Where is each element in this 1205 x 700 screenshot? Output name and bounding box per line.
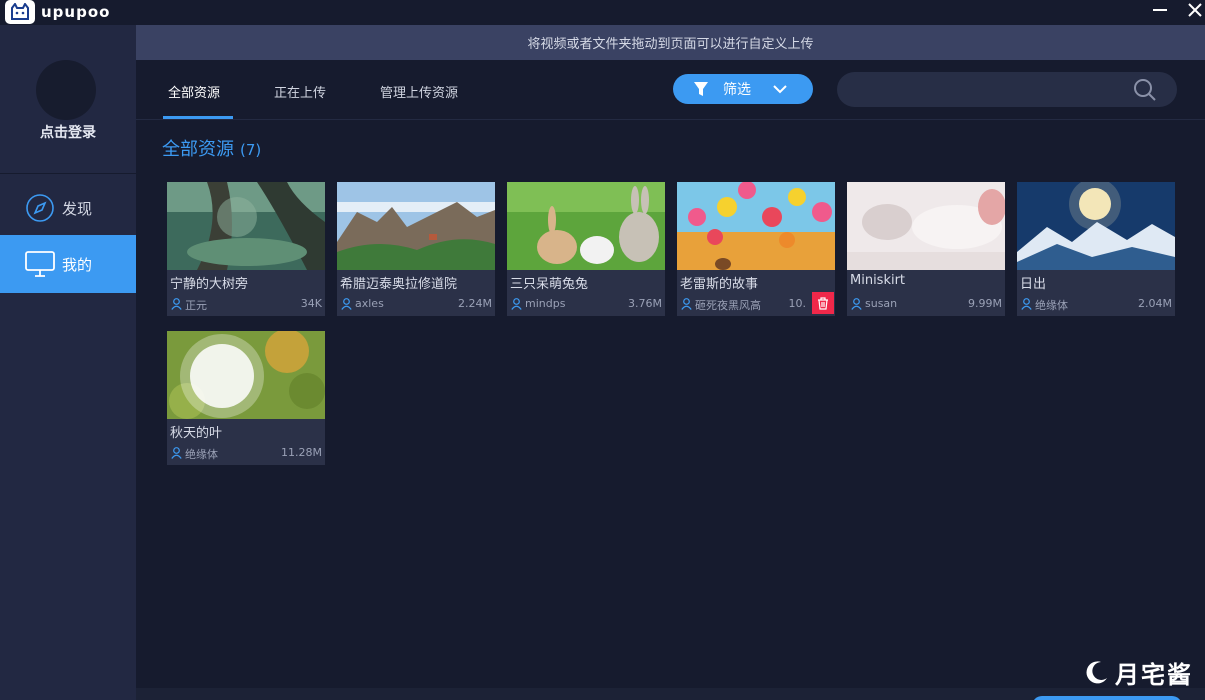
resource-meta: axles 2.24M: [340, 297, 492, 313]
resource-size: 10.: [788, 297, 807, 310]
sidebar-item-label: 我的: [62, 255, 93, 274]
resource-title: 日出: [1020, 277, 1047, 292]
resource-size: 3.76M: [628, 297, 662, 310]
filter-button[interactable]: 筛选: [673, 74, 813, 104]
search-input[interactable]: [851, 72, 1121, 107]
trash-icon: [818, 296, 828, 310]
resource-author: 绝缘体: [1035, 299, 1068, 312]
resource-card[interactable]: 秋天的叶 绝缘体 11.28M: [167, 331, 325, 465]
tab-uploading[interactable]: 正在上传: [274, 82, 326, 101]
app-window: upupoo 点击登录 发现 我的 将视频或者文件夹拖动到页面可以进行自定义上传…: [0, 0, 1205, 700]
resource-author: 砸死夜黑风高: [695, 299, 761, 312]
resource-size: 2.24M: [458, 297, 492, 310]
login-link[interactable]: 点击登录: [0, 122, 136, 142]
resource-thumbnail: [847, 182, 1005, 270]
resource-thumbnail: [677, 182, 835, 270]
resource-meta: susan 9.99M: [850, 297, 1002, 313]
resource-thumbnail: [167, 182, 325, 270]
upload-hint-banner[interactable]: 将视频或者文件夹拖动到页面可以进行自定义上传: [136, 25, 1205, 60]
close-icon: [1188, 3, 1202, 17]
sidebar: 点击登录 发现 我的: [0, 25, 136, 700]
user-icon: [681, 298, 692, 310]
logo-badge-icon: [5, 0, 35, 24]
search-icon[interactable]: [1133, 78, 1157, 102]
moon-icon: [1086, 661, 1107, 684]
section-title-text: 全部资源: [162, 139, 234, 160]
resource-card[interactable]: 日出 绝缘体 2.04M: [1017, 182, 1175, 316]
resource-card[interactable]: Miniskirt susan 9.99M: [847, 182, 1005, 316]
user-icon: [851, 298, 862, 310]
title-bar[interactable]: upupoo: [0, 0, 1205, 25]
filter-label: 筛选: [723, 82, 751, 98]
compass-icon: [24, 192, 56, 224]
resource-author: 正元: [185, 299, 207, 312]
resource-card[interactable]: 三只呆萌兔兔 mindps 3.76M: [507, 182, 665, 316]
tab-bar: 全部资源 正在上传 管理上传资源 筛选: [136, 60, 1205, 120]
resource-title: Miniskirt: [850, 273, 906, 288]
user-icon: [171, 447, 182, 459]
filter-icon: [694, 82, 708, 96]
resource-meta: 绝缘体 11.28M: [170, 446, 322, 462]
resource-meta: 砸死夜黑风高 10.: [680, 297, 832, 313]
app-name: upupoo: [41, 3, 111, 21]
user-icon: [171, 298, 182, 310]
resource-title: 老雷斯的故事: [680, 277, 759, 292]
user-icon: [1021, 298, 1032, 310]
tab-manage-uploads[interactable]: 管理上传资源: [380, 82, 458, 101]
resource-card[interactable]: 老雷斯的故事 砸死夜黑风高 10.: [677, 182, 835, 316]
user-icon: [341, 298, 352, 310]
monitor-icon: [24, 248, 56, 280]
resource-card[interactable]: 宁静的大树旁 正元 34K: [167, 182, 325, 316]
resource-size: 9.99M: [968, 297, 1002, 310]
minimize-button[interactable]: [1148, 0, 1172, 20]
resource-title: 秋天的叶: [170, 426, 223, 441]
chevron-down-icon: [773, 85, 787, 94]
resource-size: 34K: [300, 297, 322, 310]
active-tab-indicator: [163, 116, 233, 119]
section-title: 全部资源 (7): [162, 135, 261, 161]
resource-title: 希腊迈泰奥拉修道院: [340, 277, 458, 292]
resource-meta: mindps 3.76M: [510, 297, 662, 313]
tab-all-resources[interactable]: 全部资源: [168, 82, 220, 101]
resource-size: 2.04M: [1138, 297, 1172, 310]
sidebar-item-discover[interactable]: 发现: [0, 179, 136, 237]
resource-card[interactable]: 希腊迈泰奥拉修道院 axles 2.24M: [337, 182, 495, 316]
resource-thumbnail: [507, 182, 665, 270]
resource-thumbnail: [1017, 182, 1175, 270]
minimize-icon: [1153, 9, 1167, 11]
resource-author: susan: [865, 297, 898, 310]
resource-meta: 正元 34K: [170, 297, 322, 313]
search-box[interactable]: [837, 72, 1177, 107]
resource-meta: 绝缘体 2.04M: [1020, 297, 1172, 313]
upload-hint-text: 将视频或者文件夹拖动到页面可以进行自定义上传: [527, 37, 814, 52]
resource-thumbnail: [167, 331, 325, 419]
resource-author: mindps: [525, 297, 566, 310]
resource-title: 三只呆萌兔兔: [510, 277, 589, 292]
resource-count: (7): [240, 141, 262, 159]
bottom-action-button[interactable]: [1032, 696, 1182, 700]
sidebar-item-mine[interactable]: 我的: [0, 235, 136, 293]
user-icon: [511, 298, 522, 310]
delete-button[interactable]: [812, 292, 834, 314]
close-button[interactable]: [1183, 0, 1205, 20]
avatar[interactable]: [36, 60, 96, 120]
sidebar-item-label: 发现: [62, 199, 93, 218]
resource-thumbnail: [337, 182, 495, 270]
watermark-text: 月宅酱: [1115, 660, 1193, 689]
resource-size: 11.28M: [281, 446, 322, 459]
app-logo: upupoo: [5, 0, 110, 24]
sidebar-divider: [0, 173, 136, 174]
resource-title: 宁静的大树旁: [170, 277, 249, 292]
watermark: 月宅酱: [1085, 655, 1193, 689]
resource-author: axles: [355, 297, 384, 310]
resource-author: 绝缘体: [185, 448, 218, 461]
